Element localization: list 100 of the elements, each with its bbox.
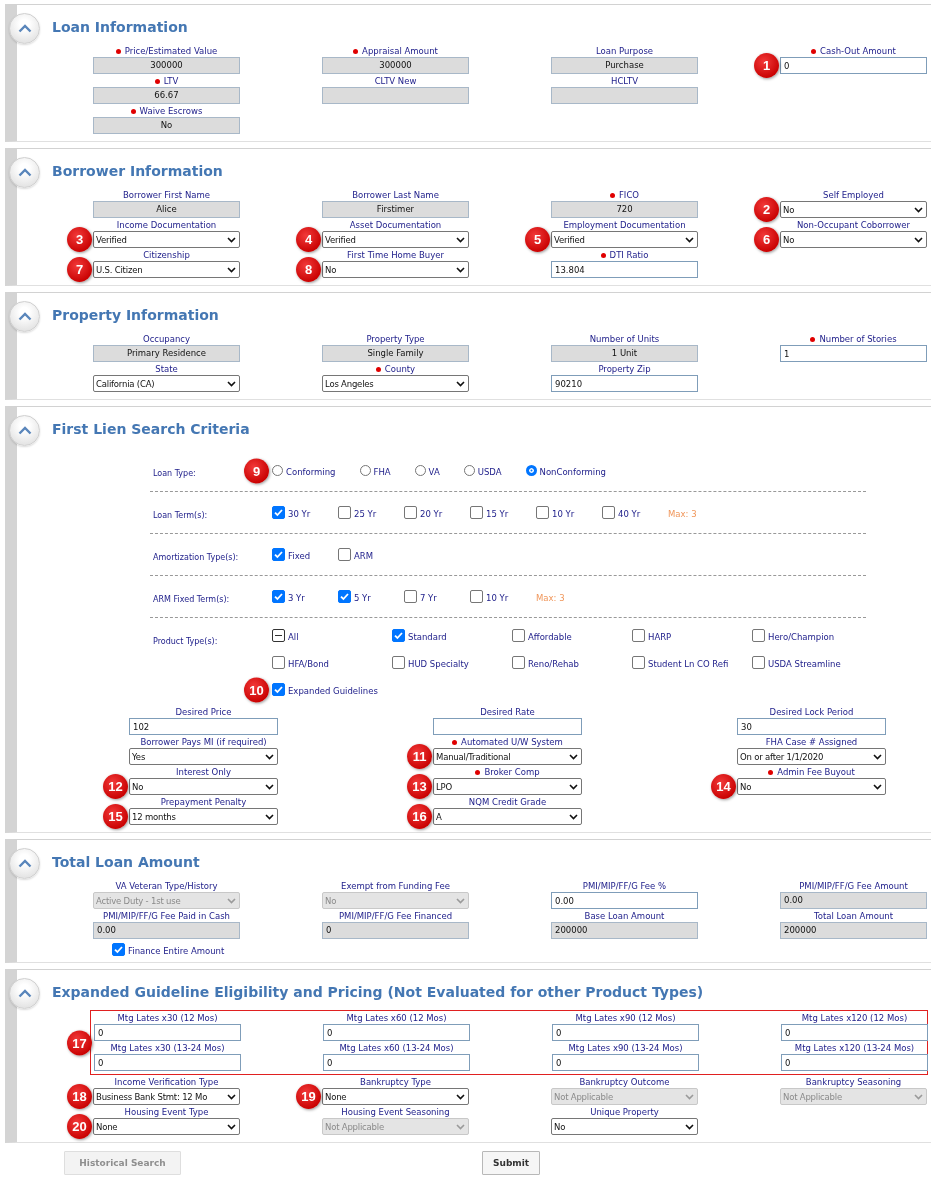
dropdown[interactable]: U.S. Citizen <box>93 261 240 278</box>
checkbox-label[interactable]: Reno/Rehab <box>528 656 579 669</box>
checkbox-label[interactable]: 25 Yr <box>354 506 377 519</box>
text-field[interactable]: 0.00 <box>551 892 698 909</box>
checkbox[interactable] <box>392 629 405 642</box>
checkbox[interactable] <box>272 506 285 519</box>
checkbox[interactable] <box>338 548 351 561</box>
text-field[interactable]: 0 <box>323 1054 470 1071</box>
checkbox[interactable] <box>272 683 285 696</box>
checkbox[interactable] <box>272 629 285 642</box>
checkbox[interactable] <box>470 590 483 603</box>
checkbox-label[interactable]: ARM <box>354 548 374 561</box>
dropdown[interactable]: Verified <box>322 231 469 248</box>
text-field[interactable]: 0 <box>781 1054 928 1071</box>
text-field[interactable]: 1 <box>780 345 927 362</box>
checkbox-label[interactable]: HUD Specialty <box>408 656 469 669</box>
checkbox-label[interactable]: 3 Yr <box>288 590 305 603</box>
checkbox-label[interactable]: HARP <box>648 629 672 642</box>
dropdown[interactable]: No <box>780 201 927 218</box>
text-field[interactable]: 0 <box>780 57 927 74</box>
checkbox[interactable] <box>512 656 525 669</box>
checkbox[interactable] <box>752 629 765 642</box>
checkbox[interactable] <box>404 590 417 603</box>
dropdown[interactable]: On or after 1/1/2020 <box>737 748 886 765</box>
radio-label[interactable]: Conforming <box>286 464 336 477</box>
dropdown[interactable]: A <box>433 808 582 825</box>
checkbox[interactable] <box>512 629 525 642</box>
checkbox[interactable] <box>112 943 125 956</box>
text-field[interactable] <box>433 718 582 735</box>
checkbox-label[interactable]: HFA/Bond <box>288 656 329 669</box>
text-field[interactable]: 0 <box>552 1024 699 1041</box>
radio-label[interactable]: VA <box>428 464 440 477</box>
dropdown[interactable]: No <box>551 1118 698 1135</box>
radio-button[interactable] <box>272 465 283 476</box>
checkbox-label[interactable]: Expanded Guidelines <box>288 683 378 696</box>
dropdown[interactable]: 12 months <box>129 808 278 825</box>
checkbox-label[interactable]: 20 Yr <box>420 506 443 519</box>
collapse-button[interactable] <box>9 157 40 188</box>
dropdown[interactable]: Verified <box>551 231 698 248</box>
checkbox[interactable] <box>632 656 645 669</box>
dropdown[interactable]: LPO <box>433 778 582 795</box>
checkbox[interactable] <box>272 590 285 603</box>
text-field[interactable]: 0 <box>781 1024 928 1041</box>
checkbox[interactable] <box>536 506 549 519</box>
dropdown[interactable]: None <box>93 1118 240 1135</box>
text-field[interactable]: 0 <box>94 1054 241 1071</box>
dropdown[interactable]: No <box>129 778 278 795</box>
collapse-button[interactable] <box>9 13 40 44</box>
checkbox-label[interactable]: Hero/Champion <box>768 629 835 642</box>
text-field[interactable]: 30 <box>737 718 886 735</box>
checkbox[interactable] <box>338 506 351 519</box>
dropdown[interactable]: No <box>737 778 886 795</box>
checkbox-label[interactable]: 15 Yr <box>486 506 509 519</box>
collapse-button[interactable] <box>9 978 40 1009</box>
dropdown[interactable]: No <box>322 261 469 278</box>
dropdown[interactable]: No <box>780 231 927 248</box>
text-field[interactable]: 90210 <box>551 375 698 392</box>
dropdown[interactable]: None <box>322 1088 469 1105</box>
checkbox-label[interactable]: Finance Entire Amount <box>128 943 225 956</box>
text-field[interactable]: 0 <box>552 1054 699 1071</box>
dropdown[interactable]: Manual/Traditional <box>433 748 582 765</box>
checkbox-label[interactable]: 30 Yr <box>288 506 311 519</box>
checkbox-label[interactable]: Standard <box>408 629 447 642</box>
checkbox-label[interactable]: All <box>288 629 299 642</box>
checkbox[interactable] <box>752 656 765 669</box>
checkbox[interactable] <box>272 548 285 561</box>
checkbox-label[interactable]: 10 Yr <box>552 506 575 519</box>
checkbox-label[interactable]: 7 Yr <box>420 590 437 603</box>
checkbox-label[interactable]: 40 Yr <box>618 506 641 519</box>
text-field[interactable]: 0 <box>323 1024 470 1041</box>
checkbox[interactable] <box>392 656 405 669</box>
checkbox-label[interactable]: 10 Yr <box>486 590 509 603</box>
action-button[interactable]: Submit <box>482 1151 541 1175</box>
checkbox-label[interactable]: USDA Streamline <box>768 656 841 669</box>
checkbox-label[interactable]: 5 Yr <box>354 590 371 603</box>
text-field[interactable]: 13.804 <box>551 261 698 278</box>
checkbox[interactable] <box>470 506 483 519</box>
checkbox[interactable] <box>272 656 285 669</box>
radio-label[interactable]: FHA <box>373 464 391 477</box>
radio-label[interactable]: USDA <box>477 464 502 477</box>
radio-button[interactable] <box>463 465 475 476</box>
checkbox-label[interactable]: Affordable <box>528 629 572 642</box>
dropdown[interactable]: Yes <box>129 748 278 765</box>
collapse-button[interactable] <box>9 848 40 879</box>
checkbox[interactable] <box>404 506 417 519</box>
collapse-button[interactable] <box>9 415 40 446</box>
checkbox[interactable] <box>338 590 351 603</box>
checkbox[interactable] <box>632 629 645 642</box>
radio-label[interactable]: NonConforming <box>539 464 606 477</box>
checkbox-label[interactable]: Student Ln CO Refi <box>648 656 729 669</box>
checkbox[interactable] <box>602 506 615 519</box>
checkbox-label[interactable]: Fixed <box>288 548 311 561</box>
text-field[interactable]: 0 <box>94 1024 241 1041</box>
dropdown[interactable]: Verified <box>93 231 240 248</box>
text-field[interactable]: 102 <box>129 718 278 735</box>
dropdown[interactable]: Los Angeles <box>322 375 469 392</box>
radio-button[interactable] <box>414 465 426 476</box>
radio-button[interactable] <box>359 465 371 476</box>
dropdown[interactable]: California (CA) <box>93 375 240 392</box>
radio-button[interactable] <box>525 465 537 476</box>
